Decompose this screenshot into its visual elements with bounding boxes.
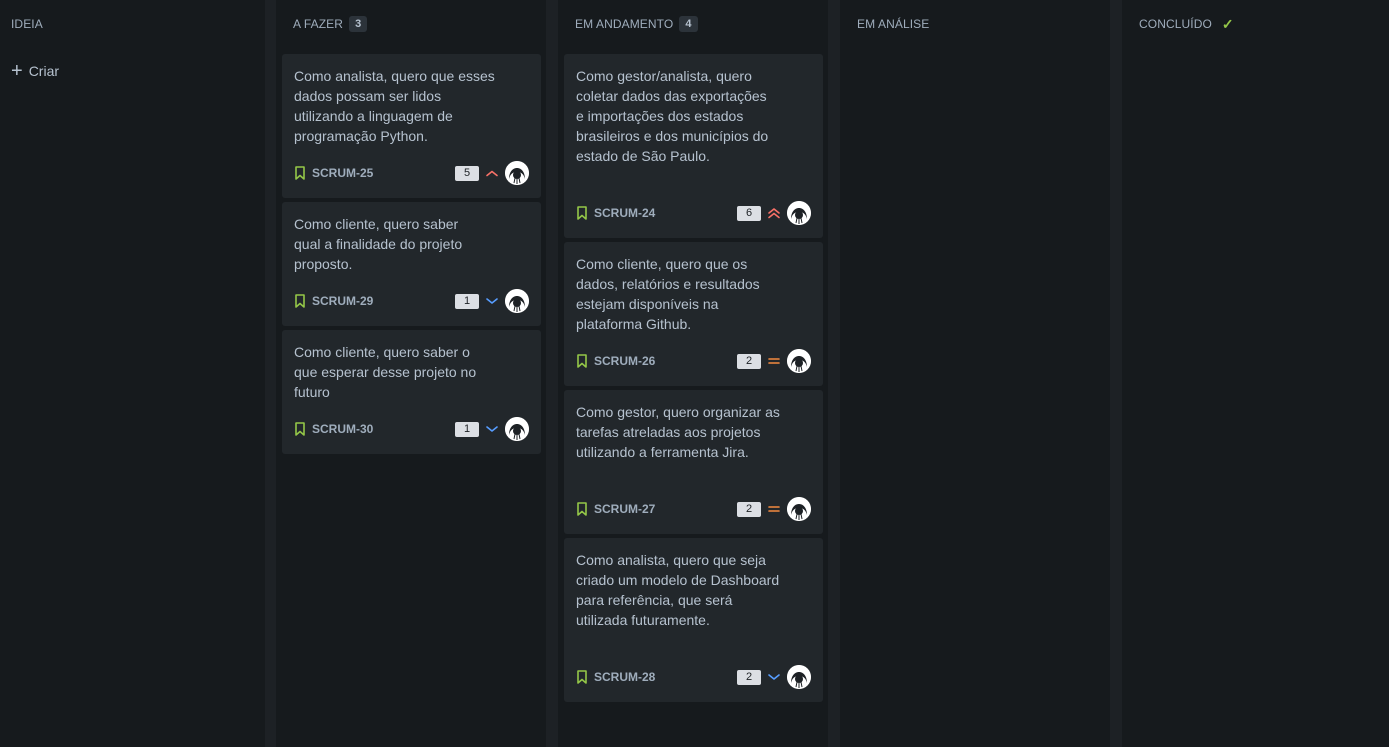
assignee-avatar[interactable] [505, 417, 529, 441]
card-footer: SCRUM-29 1 [294, 288, 529, 314]
issue-card[interactable]: Como cliente, quero que os dados, relató… [564, 242, 823, 386]
card-summary: Como cliente, quero saber o que esperar … [294, 344, 477, 400]
column-title: EM ANDAMENTO [575, 17, 674, 31]
issue-key-label: SCRUM-29 [312, 294, 374, 308]
card-footer: SCRUM-24 6 [576, 200, 811, 226]
assignee-avatar[interactable] [787, 497, 811, 521]
card-footer: SCRUM-28 2 [576, 664, 811, 690]
issue-key[interactable]: SCRUM-24 [576, 206, 655, 220]
column-em-andamento: EM ANDAMENTO 4 Como gestor/analista, que… [558, 0, 828, 747]
column-title: CONCLUÍDO [1139, 17, 1212, 31]
column-concluido: CONCLUÍDO ✓ [1122, 0, 1389, 747]
column-header: EM ANÁLISE [857, 15, 929, 33]
card-summary: Como analista, quero que seja criado um … [576, 552, 780, 628]
priority-highest-icon [767, 206, 781, 220]
issue-key[interactable]: SCRUM-26 [576, 354, 655, 368]
issue-key[interactable]: SCRUM-29 [294, 294, 373, 308]
story-bookmark-icon [577, 354, 587, 368]
issue-card[interactable]: Como gestor/analista, quero coletar dado… [564, 54, 823, 238]
assignee-avatar[interactable] [505, 161, 529, 185]
issue-key-label: SCRUM-26 [594, 354, 656, 368]
story-bookmark-icon [295, 294, 305, 308]
column-header: A FAZER 3 [293, 15, 368, 33]
card-summary: Como analista, quero que esses dados pos… [294, 68, 495, 144]
column-em-analise: EM ANÁLISE [840, 0, 1110, 747]
column-header: EM ANDAMENTO 4 [575, 15, 698, 33]
issue-count-badge: 4 [679, 16, 698, 32]
card-footer: SCRUM-27 2 [576, 496, 811, 522]
card-footer: SCRUM-26 2 [576, 348, 811, 374]
priority-low-icon [767, 670, 781, 684]
check-icon: ✓ [1221, 15, 1234, 32]
issue-count-badge: 3 [349, 16, 368, 32]
issue-key-label: SCRUM-28 [594, 670, 656, 684]
card-summary: Como cliente, quero que os dados, relató… [576, 256, 760, 332]
story-points-badge: 1 [455, 293, 479, 309]
issue-key[interactable]: SCRUM-30 [294, 422, 373, 436]
story-bookmark-icon [577, 206, 587, 220]
issue-key[interactable]: SCRUM-28 [576, 670, 655, 684]
card-footer: SCRUM-25 5 [294, 160, 529, 186]
create-label: Criar [28, 63, 60, 79]
issue-key-label: SCRUM-30 [312, 422, 374, 436]
card-footer: SCRUM-30 1 [294, 416, 529, 442]
story-points-badge: 6 [737, 205, 761, 221]
column-header: IDEIA [11, 15, 43, 33]
column-ideia: IDEIA + Criar [0, 0, 265, 747]
story-bookmark-icon [577, 502, 587, 516]
issue-card[interactable]: Como cliente, quero saber o que esperar … [282, 330, 541, 454]
issue-key-label: SCRUM-24 [594, 206, 656, 220]
story-points-badge: 2 [737, 669, 761, 685]
column-title: IDEIA [11, 17, 43, 31]
story-bookmark-icon [295, 166, 305, 180]
priority-low-icon [485, 294, 499, 308]
story-bookmark-icon [295, 422, 305, 436]
card-summary: Como gestor, quero organizar as tarefas … [576, 404, 780, 460]
priority-low-icon [485, 422, 499, 436]
card-summary: Como cliente, quero saber qual a finalid… [294, 216, 463, 272]
column-header: CONCLUÍDO ✓ [1139, 15, 1234, 33]
assignee-avatar[interactable] [505, 289, 529, 313]
create-button[interactable]: + Criar [11, 60, 60, 82]
issue-card[interactable]: Como analista, quero que seja criado um … [564, 538, 823, 702]
issue-key[interactable]: SCRUM-27 [576, 502, 655, 516]
issue-card[interactable]: Como analista, quero que esses dados pos… [282, 54, 541, 198]
column-title: EM ANÁLISE [857, 17, 930, 31]
priority-medium-icon [767, 502, 781, 516]
issue-card[interactable]: Como gestor, quero organizar as tarefas … [564, 390, 823, 534]
assignee-avatar[interactable] [787, 665, 811, 689]
story-points-badge: 2 [737, 501, 761, 517]
assignee-avatar[interactable] [787, 201, 811, 225]
story-bookmark-icon [577, 670, 587, 684]
story-points-badge: 1 [455, 421, 479, 437]
card-summary: Como gestor/analista, quero coletar dado… [576, 68, 769, 164]
story-points-badge: 2 [737, 353, 761, 369]
issue-key-label: SCRUM-27 [594, 502, 656, 516]
plus-icon: + [11, 60, 23, 82]
issue-card[interactable]: Como cliente, quero saber qual a finalid… [282, 202, 541, 326]
priority-high-icon [485, 166, 499, 180]
story-points-badge: 5 [455, 165, 479, 181]
column-title: A FAZER [293, 17, 344, 31]
priority-medium-icon [767, 354, 781, 368]
column-a-fazer: A FAZER 3 Como analista, quero que esses… [276, 0, 546, 747]
assignee-avatar[interactable] [787, 349, 811, 373]
issue-key-label: SCRUM-25 [312, 166, 374, 180]
issue-key[interactable]: SCRUM-25 [294, 166, 373, 180]
